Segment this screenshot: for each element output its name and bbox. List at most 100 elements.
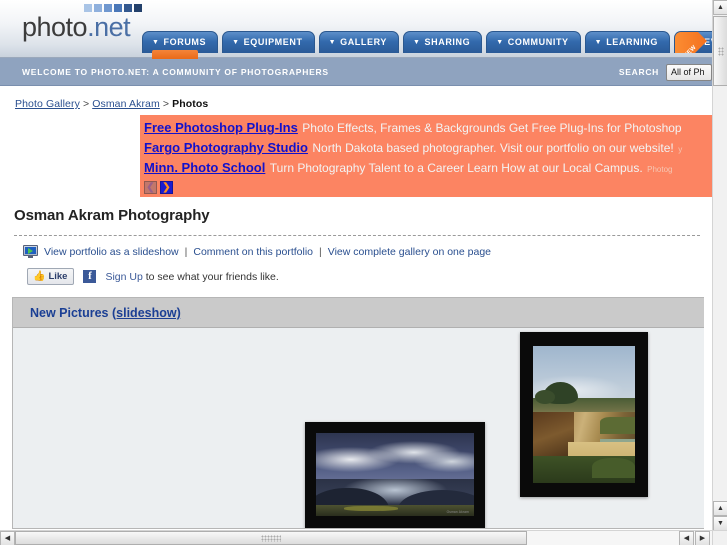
logo-dots-decoration [84,4,142,12]
main-navigation: ▼ FORUMS ▼ EQUIPMENT ▼ GALLERY ▼ SHARING… [142,31,712,53]
logo-wordmark: photo.net [22,13,142,41]
horizontal-scroll-arrows: ◀ ▶ [679,530,710,545]
breadcrumb-link-gallery[interactable]: Photo Gallery [15,98,80,110]
nav-tab-community[interactable]: ▼ COMMUNITY [486,31,581,53]
ad-item[interactable]: Fargo Photography Studio North Dakota ba… [144,139,712,159]
photo-thumbnail-stormy-hills[interactable]: Osman Akram [305,422,485,528]
breadcrumb-link-user[interactable]: Osman Akram [92,98,160,110]
search-scope-select[interactable]: All of Ph [666,63,712,81]
scroll-down-button[interactable]: ▼ [713,516,727,531]
nav-tab-reviews[interactable]: REVIEWS [674,31,712,53]
welcome-bar: WELCOME TO PHOTO.NET: A COMMUNITY OF PHO… [0,58,712,86]
nav-tab-label: EQUIPMENT [243,37,303,47]
facebook-signup-text: Sign Up to see what your friends like. [105,271,278,283]
ad-next-button[interactable]: ❯ [160,181,173,194]
scroll-left-button[interactable]: ◀ [0,530,15,545]
browser-viewport: photo.net ▼ FORUMS ▼ EQUIPMENT ▼ GALLERY… [0,0,727,545]
logo-dot [124,4,132,12]
nav-tab-label: SHARING [424,37,471,47]
ad-description: Turn Photography Talent to a Career Lear… [269,161,643,175]
page-content: Photo Gallery > Osman Akram > Photos Fre… [0,86,712,529]
nav-tab-learning[interactable]: ▼ LEARNING [584,31,670,53]
logo-dot [134,4,142,12]
nav-tab-equipment[interactable]: ▼ EQUIPMENT [222,31,315,53]
logo-dot [104,4,112,12]
search-label: SEARCH [618,67,659,77]
chevron-down-icon: ▼ [232,39,240,46]
scroll-left-button-2[interactable]: ◀ [679,530,694,545]
slideshow-monitor-icon [23,245,38,258]
facebook-like-button[interactable]: 👍 Like [27,268,75,285]
ad-title-link[interactable]: Minn. Photo School [144,160,265,175]
vertical-scrollbar[interactable]: ▲ ▲ ▼ [712,0,727,531]
active-tab-indicator [152,50,198,59]
site-header: photo.net ▼ FORUMS ▼ EQUIPMENT ▼ GALLERY… [0,0,712,59]
chevron-down-icon: ▼ [496,39,504,46]
ad-title-link[interactable]: Fargo Photography Studio [144,140,308,155]
new-pictures-panel: New Pictures (slideshow) Osman Akram [12,297,704,529]
scrollbar-grip-icon [717,47,724,56]
facebook-signup-link[interactable]: Sign Up [105,271,142,283]
horizontal-scrollbar-thumb[interactable] [15,531,527,545]
photo-caption: Osman Akram [446,510,469,514]
logo-text-accent: .net [87,12,131,42]
site-logo[interactable]: photo.net [22,4,142,41]
advertisement-block: Free Photoshop Plug-Ins Photo Effects, F… [140,115,712,197]
photo-image [533,346,635,483]
scroll-up-button[interactable]: ▲ [713,0,727,15]
ad-pagination: ❮ ❯ [144,181,712,194]
welcome-message: WELCOME TO PHOTO.NET: A COMMUNITY OF PHO… [22,66,329,77]
scrollbar-grip-icon [261,534,281,542]
ad-extra-text: Photog [647,165,673,174]
chevron-down-icon: ▼ [412,39,421,46]
nav-tab-sharing[interactable]: ▼ SHARING [402,31,483,53]
nav-tab-gallery[interactable]: ▼ GALLERY [318,31,399,53]
breadcrumb-current: Photos [172,98,209,110]
ad-title-link[interactable]: Free Photoshop Plug-Ins [144,120,298,135]
thumbs-up-icon: 👍 [33,270,46,282]
link-view-complete-gallery[interactable]: View complete gallery on one page [328,246,491,258]
ad-prev-button[interactable]: ❮ [144,181,157,194]
ad-extra-text: y [678,145,683,154]
vertical-scrollbar-thumb[interactable] [713,16,727,86]
logo-text-primary: photo [22,12,88,42]
horizontal-scrollbar-track[interactable] [527,530,679,545]
chevron-down-icon: ▼ [152,39,160,46]
ad-item[interactable]: Free Photoshop Plug-Ins Photo Effects, F… [144,119,712,139]
new-pictures-title: New Pictures [30,305,109,320]
ad-item[interactable]: Minn. Photo School Turn Photography Tale… [144,159,712,179]
nav-tab-label: GALLERY [340,37,387,47]
new-pictures-header: New Pictures (slideshow) [13,298,704,328]
logo-dot [114,4,122,12]
link-comment-portfolio[interactable]: Comment on this portfolio [193,246,313,258]
facebook-social-widget: 👍 Like f Sign Up to see what your friend… [0,258,712,285]
link-separator: | [319,245,322,258]
chevron-down-icon: ▼ [594,39,603,46]
photo-image: Osman Akram [316,433,474,516]
chevron-down-icon: ▼ [328,39,337,46]
photo-thumbnail-coastal-cliff[interactable] [520,332,648,497]
new-pictures-slideshow-link[interactable]: (slideshow) [112,306,181,320]
page-scroll-area: photo.net ▼ FORUMS ▼ EQUIPMENT ▼ GALLERY… [0,0,712,531]
ad-description: Photo Effects, Frames & Backgrounds Get … [302,121,682,135]
link-view-slideshow[interactable]: View portfolio as a slideshow [44,246,179,258]
facebook-signup-rest: to see what your friends like. [142,270,279,283]
ad-description: North Dakota based photographer. Visit o… [312,141,674,155]
search-area: SEARCH All of Ph [619,58,712,86]
nav-tab-label: COMMUNITY [507,37,569,47]
scroll-up-button-bottom[interactable]: ▲ [713,501,727,516]
breadcrumb: Photo Gallery > Osman Akram > Photos [0,86,712,110]
logo-dot [94,4,102,12]
breadcrumb-separator: > [82,98,90,110]
link-separator: | [184,245,188,258]
facebook-logo-icon: f [83,270,97,283]
nav-tab-label: LEARNING [606,37,658,47]
horizontal-scrollbar[interactable]: ◀ ◀ ▶ [0,530,727,545]
scrollbar-corner [712,530,727,545]
photo-thumbnails-area: Osman Akram [13,328,704,528]
breadcrumb-separator: > [162,98,170,110]
logo-dot [84,4,92,12]
portfolio-actions: View portfolio as a slideshow | Comment … [0,236,712,258]
scroll-right-button[interactable]: ▶ [695,530,710,545]
facebook-like-label: Like [48,271,68,282]
